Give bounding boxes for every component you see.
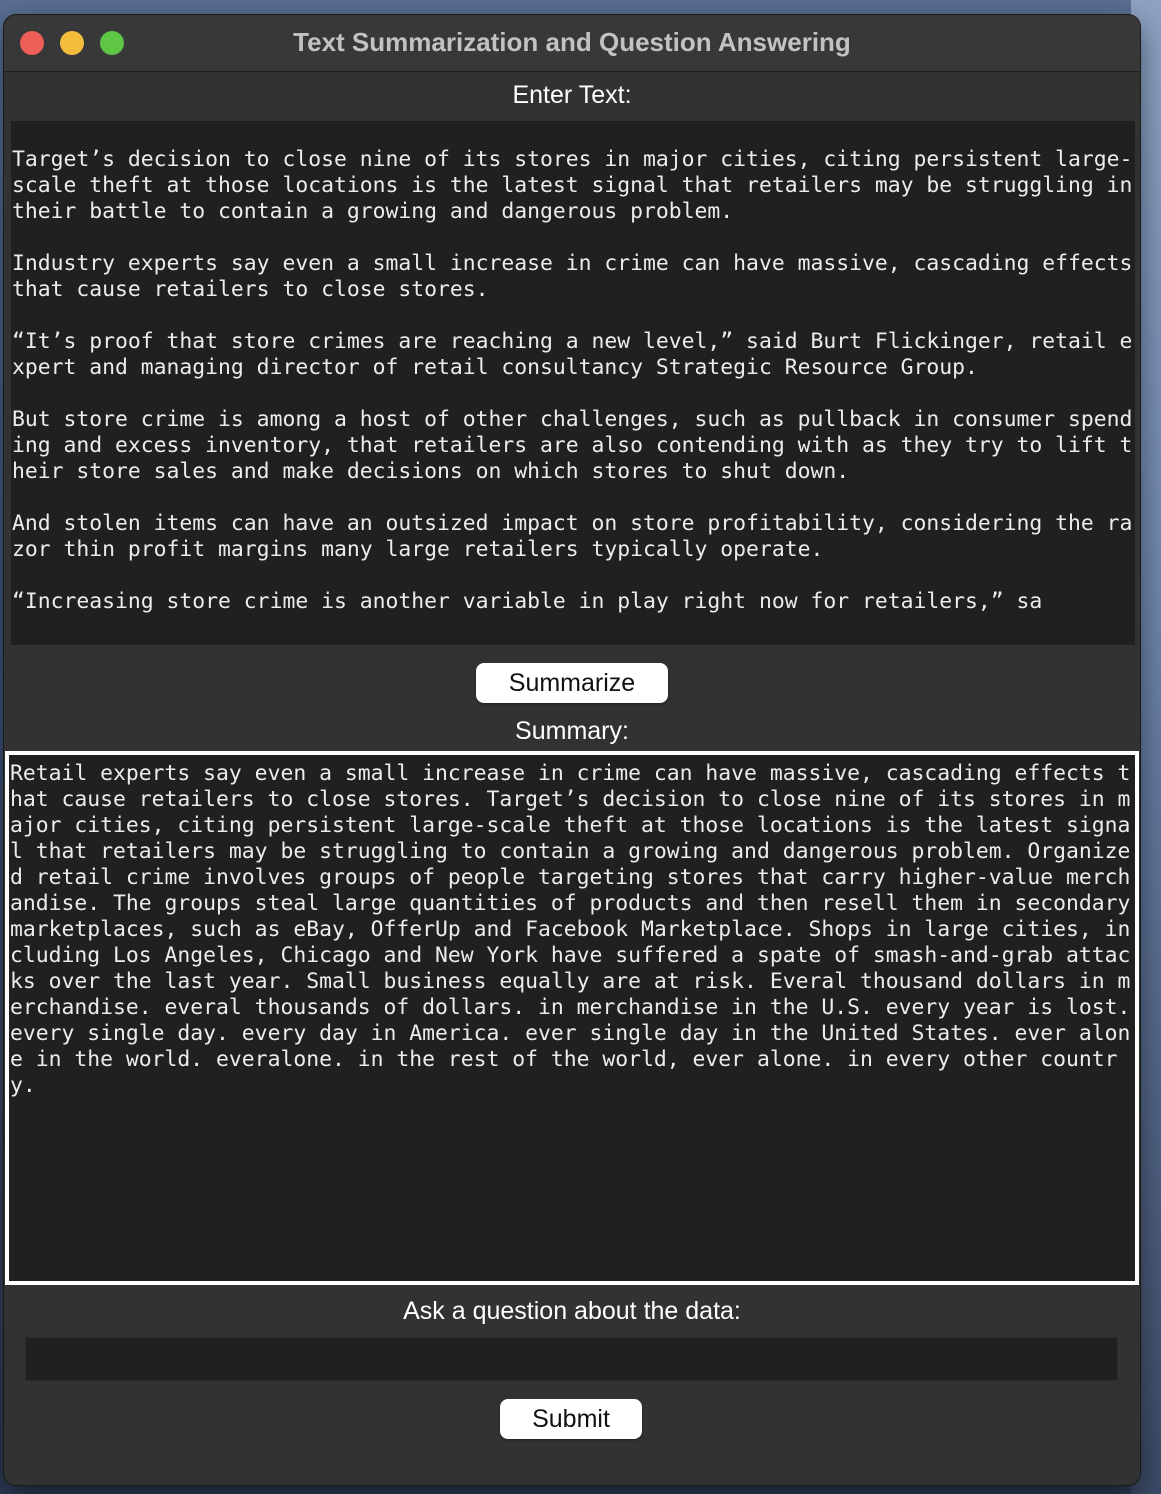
summary-text-area[interactable]: Retail experts say even a small increase… (5, 751, 1139, 1285)
enter-text-label: Enter Text: (512, 81, 632, 109)
summary-label: Summary: (515, 717, 629, 745)
submit-button[interactable]: Submit (500, 1399, 642, 1439)
question-label: Ask a question about the data: (403, 1297, 741, 1325)
question-input[interactable] (25, 1337, 1118, 1381)
app-window: Text Summarization and Question Answerin… (4, 15, 1140, 1485)
window-title: Text Summarization and Question Answerin… (293, 27, 851, 57)
summarize-button[interactable]: Summarize (476, 663, 668, 703)
title-bar: Text Summarization and Question Answerin… (4, 15, 1140, 72)
input-text-area[interactable]: Target’s decision to close nine of its s… (11, 121, 1135, 645)
